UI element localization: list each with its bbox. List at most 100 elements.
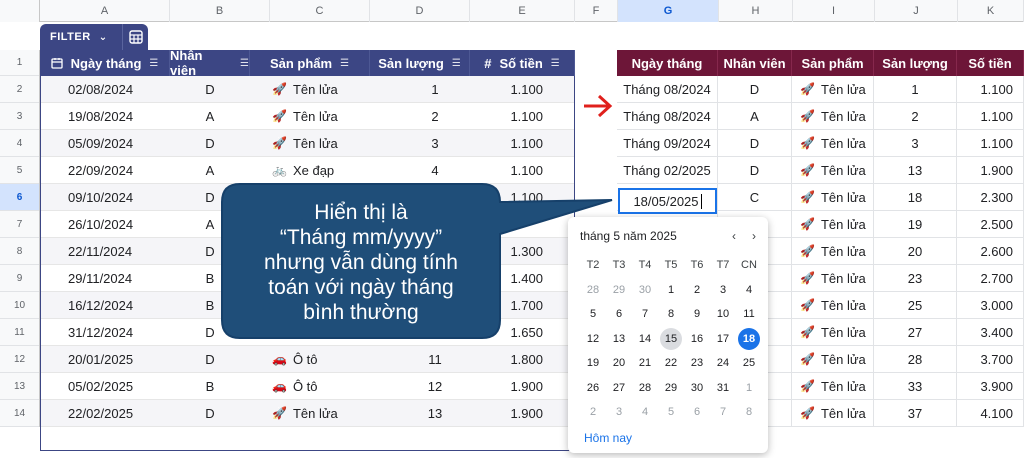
column-header-k[interactable]: K: [958, 0, 1024, 22]
date-cell[interactable]: 09/10/2024: [40, 184, 170, 210]
quantity-cell[interactable]: 20: [874, 238, 957, 265]
quantity-cell[interactable]: 1: [370, 76, 470, 102]
row-header[interactable]: 4: [0, 130, 39, 157]
quantity-cell[interactable]: 23: [874, 265, 957, 292]
quantity-cell[interactable]: 28: [874, 346, 957, 373]
calendar-day[interactable]: 30: [632, 278, 658, 303]
column-header-d[interactable]: D: [370, 0, 470, 22]
amount-cell[interactable]: 1.100: [470, 103, 575, 129]
staff-cell[interactable]: D: [170, 130, 250, 156]
date-cell[interactable]: 20/01/2025: [40, 346, 170, 372]
header-product[interactable]: Sản phẩm: [792, 50, 874, 76]
amount-cell[interactable]: 1.100: [470, 76, 575, 102]
staff-cell[interactable]: D: [718, 130, 792, 157]
row-header[interactable]: 1: [0, 50, 39, 76]
quantity-cell[interactable]: 18: [874, 184, 957, 211]
product-cell[interactable]: 🚀 Tên lửa: [792, 238, 874, 265]
header-date[interactable]: Ngày tháng ☰: [40, 50, 170, 76]
calendar-day[interactable]: 2: [684, 278, 710, 303]
date-cell[interactable]: 02/08/2024: [40, 76, 170, 102]
product-cell[interactable]: 🚲 Xe đạp: [250, 157, 370, 183]
calendar-day[interactable]: 15: [658, 327, 684, 352]
staff-cell[interactable]: D: [718, 157, 792, 184]
product-cell[interactable]: 🚗 Ô tô: [250, 346, 370, 372]
row-header[interactable]: 9: [0, 265, 39, 292]
calendar-day[interactable]: 2: [580, 400, 606, 425]
calendar-day[interactable]: 4: [736, 278, 762, 303]
column-header-f[interactable]: F: [575, 0, 618, 22]
calendar-day[interactable]: 5: [658, 400, 684, 425]
calendar-day[interactable]: 14: [632, 327, 658, 352]
calendar-day[interactable]: 7: [710, 400, 736, 425]
date-cell[interactable]: 16/12/2024: [40, 292, 170, 318]
calendar-day[interactable]: 31: [710, 376, 736, 401]
filter-chip[interactable]: FILTER ⌄: [40, 24, 148, 50]
calendar-day[interactable]: 9: [684, 302, 710, 327]
filter-lines-icon[interactable]: ☰: [452, 58, 461, 69]
staff-cell[interactable]: D: [718, 76, 792, 103]
product-cell[interactable]: 🚀 Tên lửa: [792, 103, 874, 130]
product-cell[interactable]: 🚀 Tên lửa: [792, 400, 874, 427]
amount-cell[interactable]: 3.900: [957, 373, 1024, 400]
filter-lines-icon[interactable]: ☰: [551, 58, 560, 69]
filter-lines-icon[interactable]: ☰: [240, 58, 249, 69]
table-calculator-icon[interactable]: [122, 24, 148, 50]
staff-cell[interactable]: C: [718, 184, 792, 211]
column-header-c[interactable]: C: [270, 0, 370, 22]
staff-cell[interactable]: D: [170, 400, 250, 426]
row-header[interactable]: 2: [0, 76, 39, 103]
quantity-cell[interactable]: 2: [370, 103, 470, 129]
date-cell[interactable]: 29/11/2024: [40, 265, 170, 291]
calendar-day[interactable]: 19: [580, 351, 606, 376]
staff-cell[interactable]: A: [170, 157, 250, 183]
calendar-day[interactable]: 30: [684, 376, 710, 401]
header-amount[interactable]: # Số tiền ☰: [470, 50, 575, 76]
amount-cell[interactable]: 4.100: [957, 400, 1024, 427]
product-cell[interactable]: 🚀 Tên lửa: [792, 346, 874, 373]
date-cell[interactable]: 22/02/2025: [40, 400, 170, 426]
calendar-day[interactable]: 3: [606, 400, 632, 425]
header-staff[interactable]: Nhân viên ☰: [170, 48, 250, 78]
amount-cell[interactable]: 2.500: [957, 211, 1024, 238]
calendar-day[interactable]: 22: [658, 351, 684, 376]
quantity-cell[interactable]: 33: [874, 373, 957, 400]
row-header[interactable]: 14: [0, 400, 39, 427]
row-header[interactable]: 8: [0, 238, 39, 265]
quantity-cell[interactable]: 12: [370, 373, 470, 399]
header-quantity[interactable]: Sản lượng ☰: [370, 50, 470, 76]
column-header-i[interactable]: I: [793, 0, 875, 22]
product-cell[interactable]: 🚗 Ô tô: [250, 373, 370, 399]
quantity-cell[interactable]: 37: [874, 400, 957, 427]
calendar-day[interactable]: 24: [710, 351, 736, 376]
date-cell[interactable]: 22/09/2024: [40, 157, 170, 183]
amount-cell[interactable]: 3.000: [957, 292, 1024, 319]
header-product[interactable]: Sản phẩm ☰: [250, 50, 370, 76]
date-cell[interactable]: Tháng 08/2024: [617, 76, 718, 103]
product-cell[interactable]: 🚀 Tên lửa: [792, 130, 874, 157]
row-header[interactable]: 6: [0, 184, 39, 211]
row-header[interactable]: 3: [0, 103, 39, 130]
row-header[interactable]: 5: [0, 157, 39, 184]
amount-cell[interactable]: 1.800: [470, 346, 575, 372]
quantity-cell[interactable]: 3: [874, 130, 957, 157]
quantity-cell[interactable]: 13: [874, 157, 957, 184]
quantity-cell[interactable]: 4: [370, 157, 470, 183]
staff-cell[interactable]: A: [170, 103, 250, 129]
quantity-cell[interactable]: 3: [370, 130, 470, 156]
amount-cell[interactable]: 1.900: [957, 157, 1024, 184]
quantity-cell[interactable]: 2: [874, 103, 957, 130]
amount-cell[interactable]: 1.100: [957, 103, 1024, 130]
calendar-day[interactable]: 26: [580, 376, 606, 401]
date-cell[interactable]: Tháng 02/2025: [617, 157, 718, 184]
filter-lines-icon[interactable]: ☰: [149, 58, 158, 69]
amount-cell[interactable]: 3.700: [957, 346, 1024, 373]
amount-cell[interactable]: 1.100: [470, 130, 575, 156]
row-header[interactable]: 11: [0, 319, 39, 346]
calendar-day[interactable]: 6: [684, 400, 710, 425]
amount-cell[interactable]: 1.100: [957, 76, 1024, 103]
quantity-cell[interactable]: 11: [370, 346, 470, 372]
column-header-b[interactable]: B: [170, 0, 270, 22]
staff-cell[interactable]: D: [170, 346, 250, 372]
product-cell[interactable]: 🚀 Tên lửa: [792, 292, 874, 319]
date-cell[interactable]: Tháng 09/2024: [617, 130, 718, 157]
